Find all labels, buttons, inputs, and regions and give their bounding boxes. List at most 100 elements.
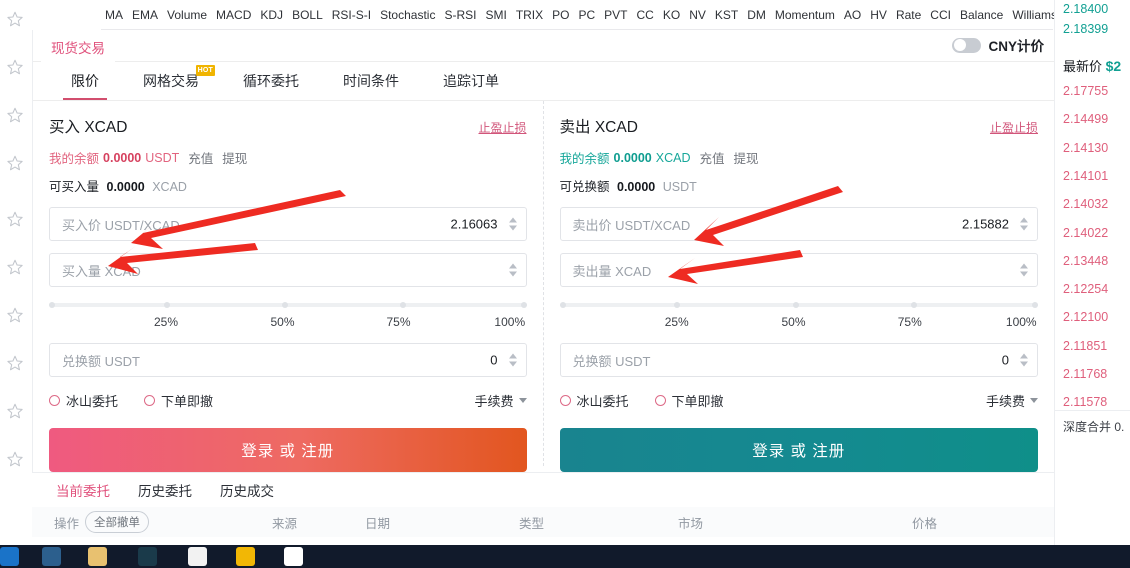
- favorite-star-icon[interactable]: [6, 210, 24, 228]
- favorite-star-icon[interactable]: [6, 58, 24, 76]
- indicator-nv[interactable]: NV: [689, 8, 706, 22]
- app-icon-5[interactable]: [188, 547, 207, 566]
- indicator-rate[interactable]: Rate: [896, 8, 921, 22]
- app-icon-2[interactable]: [42, 547, 61, 566]
- sell-take-profit-stop-loss-link[interactable]: 止盈止损: [990, 119, 1038, 136]
- buy-amount-input[interactable]: 买入量 XCAD: [49, 253, 527, 287]
- indicator-volume[interactable]: Volume: [167, 8, 207, 22]
- bid-price-row[interactable]: 2.14101: [1055, 169, 1130, 189]
- tab-2-inactive[interactable]: 网格交易 HOT: [121, 62, 221, 100]
- indicator-boll[interactable]: BOLL: [292, 8, 323, 22]
- buy-withdraw-link[interactable]: 提现: [222, 148, 247, 167]
- bid-price-row[interactable]: 2.11578: [1055, 395, 1130, 415]
- buy-price-input[interactable]: 买入价 USDT/XCAD 2.16063: [49, 207, 527, 241]
- bid-price-row[interactable]: 2.12100: [1055, 310, 1130, 330]
- sell-iceberg-option[interactable]: 冰山委托: [559, 391, 629, 410]
- favorite-star-icon[interactable]: [6, 154, 24, 172]
- indicator-smi[interactable]: SMI: [485, 8, 506, 22]
- favorite-star-icon[interactable]: [6, 106, 24, 124]
- buy-iceberg-option[interactable]: 冰山委托: [49, 391, 118, 410]
- bid-price-row[interactable]: 2.14499: [1055, 112, 1130, 132]
- buy-login-register-button[interactable]: 登录 或 注册: [49, 428, 527, 472]
- app-icon-6[interactable]: [236, 547, 255, 566]
- indicator-pc[interactable]: PC: [579, 8, 596, 22]
- indicator-williams[interactable]: Williams: [1012, 8, 1057, 22]
- radio-icon[interactable]: [49, 395, 60, 406]
- orders-tab-3[interactable]: 历史成交: [206, 480, 288, 500]
- indicator-hv[interactable]: HV: [870, 8, 887, 22]
- depth-merge-selector[interactable]: 深度合并 0.: [1063, 418, 1124, 435]
- sell-price-stepper[interactable]: [1020, 217, 1028, 231]
- photoshop-icon[interactable]: [138, 547, 157, 566]
- favorite-star-icon[interactable]: [6, 306, 24, 324]
- slider-mark-75[interactable]: 75%: [387, 315, 411, 329]
- buy-price-stepper[interactable]: [508, 217, 517, 231]
- buy-total-stepper[interactable]: [508, 353, 517, 367]
- tab-1-active[interactable]: 限价: [49, 62, 121, 100]
- indicator-cci[interactable]: CCI: [930, 8, 951, 22]
- slider-mark-25[interactable]: 25%: [665, 315, 689, 329]
- bid-price-row[interactable]: 2.14130: [1055, 141, 1130, 161]
- indicator-ma[interactable]: MA: [105, 8, 123, 22]
- buy-amount-stepper[interactable]: [508, 263, 517, 277]
- ask-price-row[interactable]: 2.18400: [1055, 2, 1130, 22]
- sell-price-input[interactable]: 卖出价 USDT/XCAD 2.15882: [559, 207, 1038, 241]
- slider-mark-25[interactable]: 25%: [154, 315, 178, 329]
- bid-price-row[interactable]: 2.12254: [1055, 282, 1130, 302]
- favorite-star-icon[interactable]: [6, 10, 24, 28]
- cny-pricing-toggle[interactable]: CNY计价: [952, 35, 1044, 55]
- sell-amount-stepper[interactable]: [1020, 263, 1028, 277]
- buy-fee-dropdown[interactable]: 手续费: [474, 391, 527, 410]
- favorite-star-icon[interactable]: [6, 354, 24, 372]
- toggle-switch[interactable]: [952, 37, 982, 53]
- cancel-all-button[interactable]: 全部撤单: [85, 511, 150, 533]
- bid-price-row[interactable]: 2.14022: [1055, 226, 1130, 246]
- sell-withdraw-link[interactable]: 提现: [734, 148, 759, 167]
- radio-icon[interactable]: [654, 395, 666, 406]
- sell-deposit-link[interactable]: 充值: [699, 148, 724, 167]
- ask-price-row[interactable]: 2.18399: [1055, 22, 1130, 42]
- bid-price-row[interactable]: 2.17755: [1055, 84, 1130, 104]
- tab-5-inactive[interactable]: 追踪订单: [421, 62, 521, 100]
- indicator-trix[interactable]: TRIX: [516, 8, 543, 22]
- indicator-pvt[interactable]: PVT: [604, 8, 627, 22]
- indicator-kst[interactable]: KST: [715, 8, 738, 22]
- indicator-rsi-s-i[interactable]: RSI-S-I: [332, 8, 371, 22]
- sell-login-register-button[interactable]: 登录 或 注册: [559, 428, 1038, 472]
- slider-mark-75[interactable]: 75%: [898, 315, 922, 329]
- bid-price-row[interactable]: 2.14032: [1055, 197, 1130, 217]
- tab-3-inactive[interactable]: 循环委托: [221, 62, 321, 100]
- indicator-macd[interactable]: MACD: [216, 8, 251, 22]
- favorite-star-icon[interactable]: [6, 258, 24, 276]
- browser-icon[interactable]: [0, 547, 19, 566]
- sell-total-stepper[interactable]: [1020, 353, 1028, 367]
- indicator-ao[interactable]: AO: [844, 8, 861, 22]
- buy-total-input[interactable]: 兑换额 USDT 0: [49, 343, 527, 377]
- favorite-star-icon[interactable]: [6, 402, 24, 420]
- tab-4-inactive[interactable]: 时间条件: [321, 62, 421, 100]
- indicator-s-rsi[interactable]: S-RSI: [444, 8, 476, 22]
- radio-icon[interactable]: [559, 395, 571, 406]
- bid-price-row[interactable]: 2.13448: [1055, 254, 1130, 274]
- indicator-ema[interactable]: EMA: [132, 8, 158, 22]
- buy-deposit-link[interactable]: 充值: [188, 148, 213, 167]
- radio-icon[interactable]: [144, 395, 156, 406]
- sell-fee-dropdown[interactable]: 手续费: [986, 391, 1038, 410]
- indicator-stochastic[interactable]: Stochastic: [380, 8, 435, 22]
- buy-percent-slider[interactable]: [49, 302, 527, 309]
- indicator-po[interactable]: PO: [552, 8, 569, 22]
- indicator-cc[interactable]: CC: [637, 8, 654, 22]
- bid-price-row[interactable]: 2.11851: [1055, 339, 1130, 359]
- orders-tab-1[interactable]: 当前委托: [42, 480, 124, 500]
- sell-total-input[interactable]: 兑换额 USDT 0: [559, 343, 1038, 377]
- tab-spot-trading[interactable]: 现货交易: [41, 33, 115, 62]
- favorite-star-icon[interactable]: [6, 450, 24, 468]
- slider-mark-100[interactable]: 100%: [1006, 315, 1037, 329]
- buy-ioc-option[interactable]: 下单即撤: [144, 391, 213, 410]
- indicator-balance[interactable]: Balance: [960, 8, 1003, 22]
- sell-ioc-option[interactable]: 下单即撤: [654, 391, 724, 410]
- indicator-ko[interactable]: KO: [663, 8, 680, 22]
- sell-amount-input[interactable]: 卖出量 XCAD: [559, 253, 1038, 287]
- indicator-dm[interactable]: DM: [747, 8, 766, 22]
- orders-tab-2[interactable]: 历史委托: [124, 480, 206, 500]
